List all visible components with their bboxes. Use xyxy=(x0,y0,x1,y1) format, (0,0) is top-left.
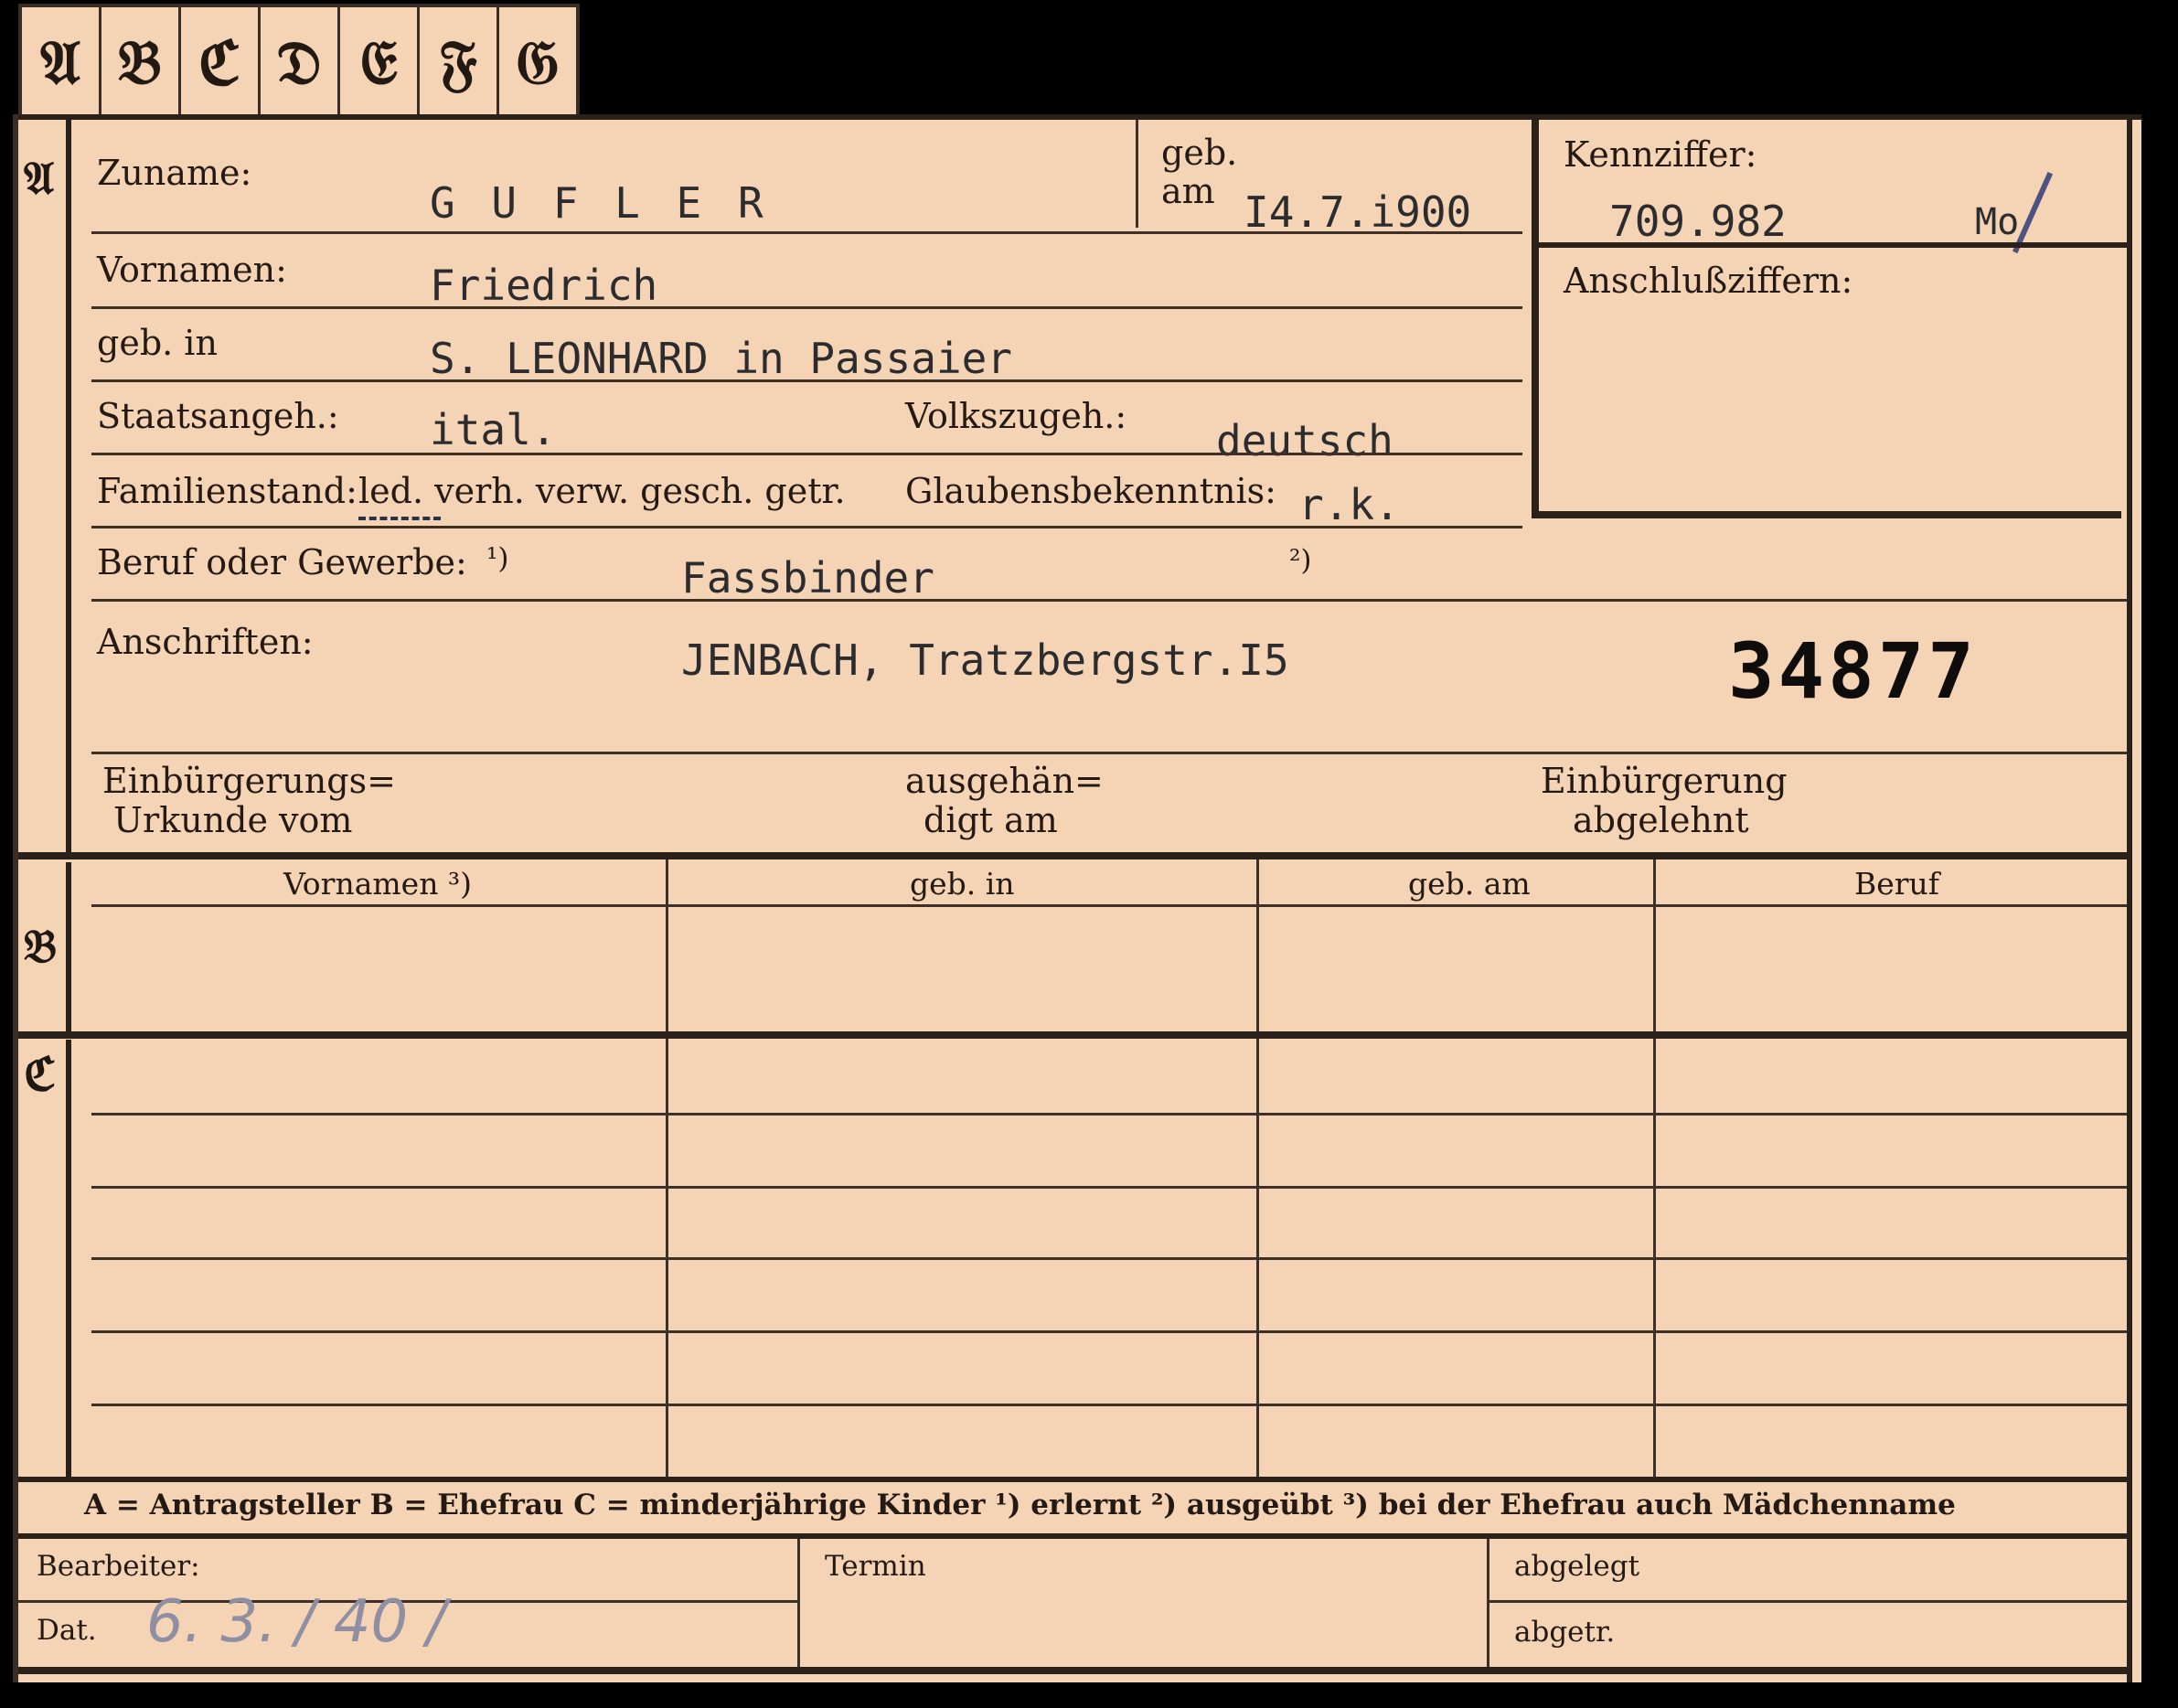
row-line xyxy=(91,231,1522,234)
tab-b: 𝔅 xyxy=(101,7,181,118)
registration-card: 𝔄 𝔅 ℭ Zuname: G U F L E R geb. am I4.7.i… xyxy=(13,114,2141,1682)
ethnicity-label: Volkszugeh.: xyxy=(905,396,1127,436)
id-suffix: Mo xyxy=(1975,201,2020,243)
children-row-line xyxy=(91,1186,2127,1189)
row-line xyxy=(91,379,1522,382)
bottom-border xyxy=(18,1667,2132,1674)
children-row-line xyxy=(91,1257,2127,1260)
citizenship-label: Staatsangeh.: xyxy=(97,396,339,436)
surname-label: Zuname: xyxy=(97,153,252,193)
citizenship-value: ital. xyxy=(430,405,557,454)
footnote-1-marker: ¹) xyxy=(486,542,509,575)
section-b-label: 𝔅 xyxy=(24,919,58,973)
marital-options: led. verh. verw. gesch. getr. xyxy=(358,471,846,511)
religion-label: Glaubensbekenntnis: xyxy=(905,471,1276,511)
legend-bottom-border xyxy=(18,1533,2132,1539)
table-col-divider xyxy=(1653,859,1656,1031)
children-row-line xyxy=(91,1113,2127,1116)
marital-selection-underline xyxy=(358,517,441,520)
firstnames-label: Vornamen: xyxy=(97,250,287,290)
tab-g: 𝔊 xyxy=(516,26,560,98)
tab-a: 𝔄 xyxy=(22,7,101,118)
date-value: 6. 3. / 40 / xyxy=(146,1588,447,1656)
filed2-label: abgetr. xyxy=(1514,1616,1616,1649)
refused-label-1: Einbürgerung xyxy=(1541,761,1788,801)
children-row-line xyxy=(91,1404,2127,1406)
born-date-label-1: geb. xyxy=(1161,133,1238,173)
tab-e: 𝔈 xyxy=(340,7,420,118)
section-a-label: 𝔄 xyxy=(24,151,55,205)
refused-label-2: abgelehnt xyxy=(1573,800,1749,840)
occupation-label: Beruf oder Gewerbe: xyxy=(97,542,467,582)
section-separator-b-c xyxy=(18,1031,2132,1039)
table-header-birthplace: geb. in xyxy=(910,866,1015,902)
religion-value: r.k. xyxy=(1298,480,1400,529)
stamp-number: 34877 xyxy=(1728,626,1978,716)
clerk-label: Bearbeiter: xyxy=(37,1550,200,1583)
footer-col-divider xyxy=(797,1539,800,1667)
date-label: Dat. xyxy=(37,1614,97,1647)
footnote-2-marker: ²) xyxy=(1289,544,1312,577)
handed-label-1: ausgehän= xyxy=(905,761,1104,801)
tab-d: 𝔇 xyxy=(261,7,340,118)
children-row-line xyxy=(91,1330,2127,1333)
section-a-rule xyxy=(66,119,71,852)
table-col-divider xyxy=(1256,859,1259,1031)
naturalization-label-2: Urkunde vom xyxy=(113,800,353,840)
section-c-rule xyxy=(66,1040,71,1477)
right-border xyxy=(2127,114,2132,1682)
linked-label: Anschlußziffern: xyxy=(1564,261,1853,301)
footer-col-divider xyxy=(1487,1539,1489,1667)
tab-c: ℭ xyxy=(181,7,261,118)
tab-f: 𝔉 xyxy=(420,7,499,118)
birthplace-label: geb. in xyxy=(97,323,218,363)
born-date-value: I4.7.i900 xyxy=(1244,187,1472,237)
table-header-occupation: Beruf xyxy=(1854,866,1940,902)
letter-tabs: 𝔄 𝔅 ℭ 𝔇 𝔈 𝔉 𝔊 xyxy=(18,4,580,118)
table-header-birthdate: geb. am xyxy=(1408,866,1531,902)
filed-label: abgelegt xyxy=(1514,1550,1640,1583)
born-date-label-2: am xyxy=(1161,171,1215,211)
id-box xyxy=(1532,120,2121,518)
surname-value: G U F L E R xyxy=(430,178,769,228)
occupation-value: Fassbinder xyxy=(681,553,934,603)
ethnicity-value: deutsch xyxy=(1216,416,1393,465)
table-col-divider xyxy=(666,859,668,1031)
section-b-rule xyxy=(66,862,71,1031)
table-header-firstnames: Vornamen ³) xyxy=(283,866,473,902)
section-c-label: ℭ xyxy=(24,1047,57,1101)
firstnames-value: Friedrich xyxy=(430,261,658,310)
row-line xyxy=(91,526,1522,528)
row-line xyxy=(91,599,2127,602)
naturalization-label-1: Einbürgerungs= xyxy=(102,761,396,801)
legend: A = Antragsteller B = Ehefrau C = minder… xyxy=(84,1489,1956,1521)
id-divider xyxy=(1539,242,2127,248)
marital-label: Familienstand: xyxy=(97,471,358,511)
address-label: Anschriften: xyxy=(97,622,314,662)
birthplace-value: S. LEONHARD in Passaier xyxy=(430,334,1012,383)
table-header-line xyxy=(91,904,2127,907)
footer-line xyxy=(1487,1600,2127,1603)
row-line xyxy=(91,752,2127,754)
legend-top-border xyxy=(18,1477,2132,1482)
row-line xyxy=(91,453,1522,455)
section-separator-a-b xyxy=(18,852,2132,859)
deadline-label: Termin xyxy=(825,1550,926,1583)
born-divider xyxy=(1136,120,1138,228)
handed-label-2: digt am xyxy=(924,800,1058,840)
id-label: Kennziffer: xyxy=(1564,134,1757,175)
address-value: JENBACH, Tratzbergstr.I5 xyxy=(681,635,1289,685)
row-line xyxy=(91,306,1522,309)
id-value: 709.982 xyxy=(1609,197,1787,246)
